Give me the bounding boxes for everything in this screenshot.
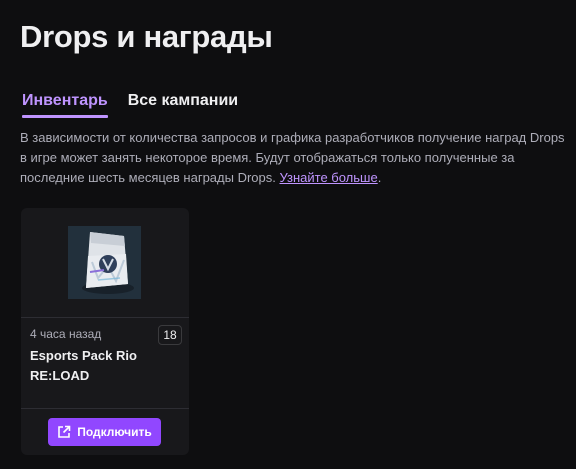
reward-count-badge: 18 xyxy=(158,325,182,345)
reward-name: Esports Pack Rio RE:LOAD xyxy=(30,348,137,383)
connect-button[interactable]: Подключить xyxy=(48,418,161,446)
card-divider-bottom xyxy=(21,408,189,409)
connect-button-label: Подключить xyxy=(77,425,152,439)
page-title: Drops и награды xyxy=(20,19,273,54)
sticker-pack-image xyxy=(68,226,141,299)
card-divider-top xyxy=(21,317,189,318)
tab-all-campaigns[interactable]: Все кампании xyxy=(128,92,238,118)
sticker-pack-icon xyxy=(68,226,141,299)
description-trailing: . xyxy=(377,170,382,185)
tab-bar: Инвентарь Все кампании xyxy=(22,92,238,118)
reward-time: 4 часа назад xyxy=(30,327,102,341)
learn-more-link[interactable]: Узнайте больше xyxy=(279,170,377,185)
tab-inventory[interactable]: Инвентарь xyxy=(22,92,108,118)
description: В зависимости от количества запросов и г… xyxy=(20,128,565,188)
external-link-icon xyxy=(58,425,71,438)
reward-card: 4 часа назад 18 Esports Pack Rio RE:LOAD… xyxy=(21,208,189,455)
drops-page: Drops и награды Инвентарь Все кампании В… xyxy=(0,0,576,469)
